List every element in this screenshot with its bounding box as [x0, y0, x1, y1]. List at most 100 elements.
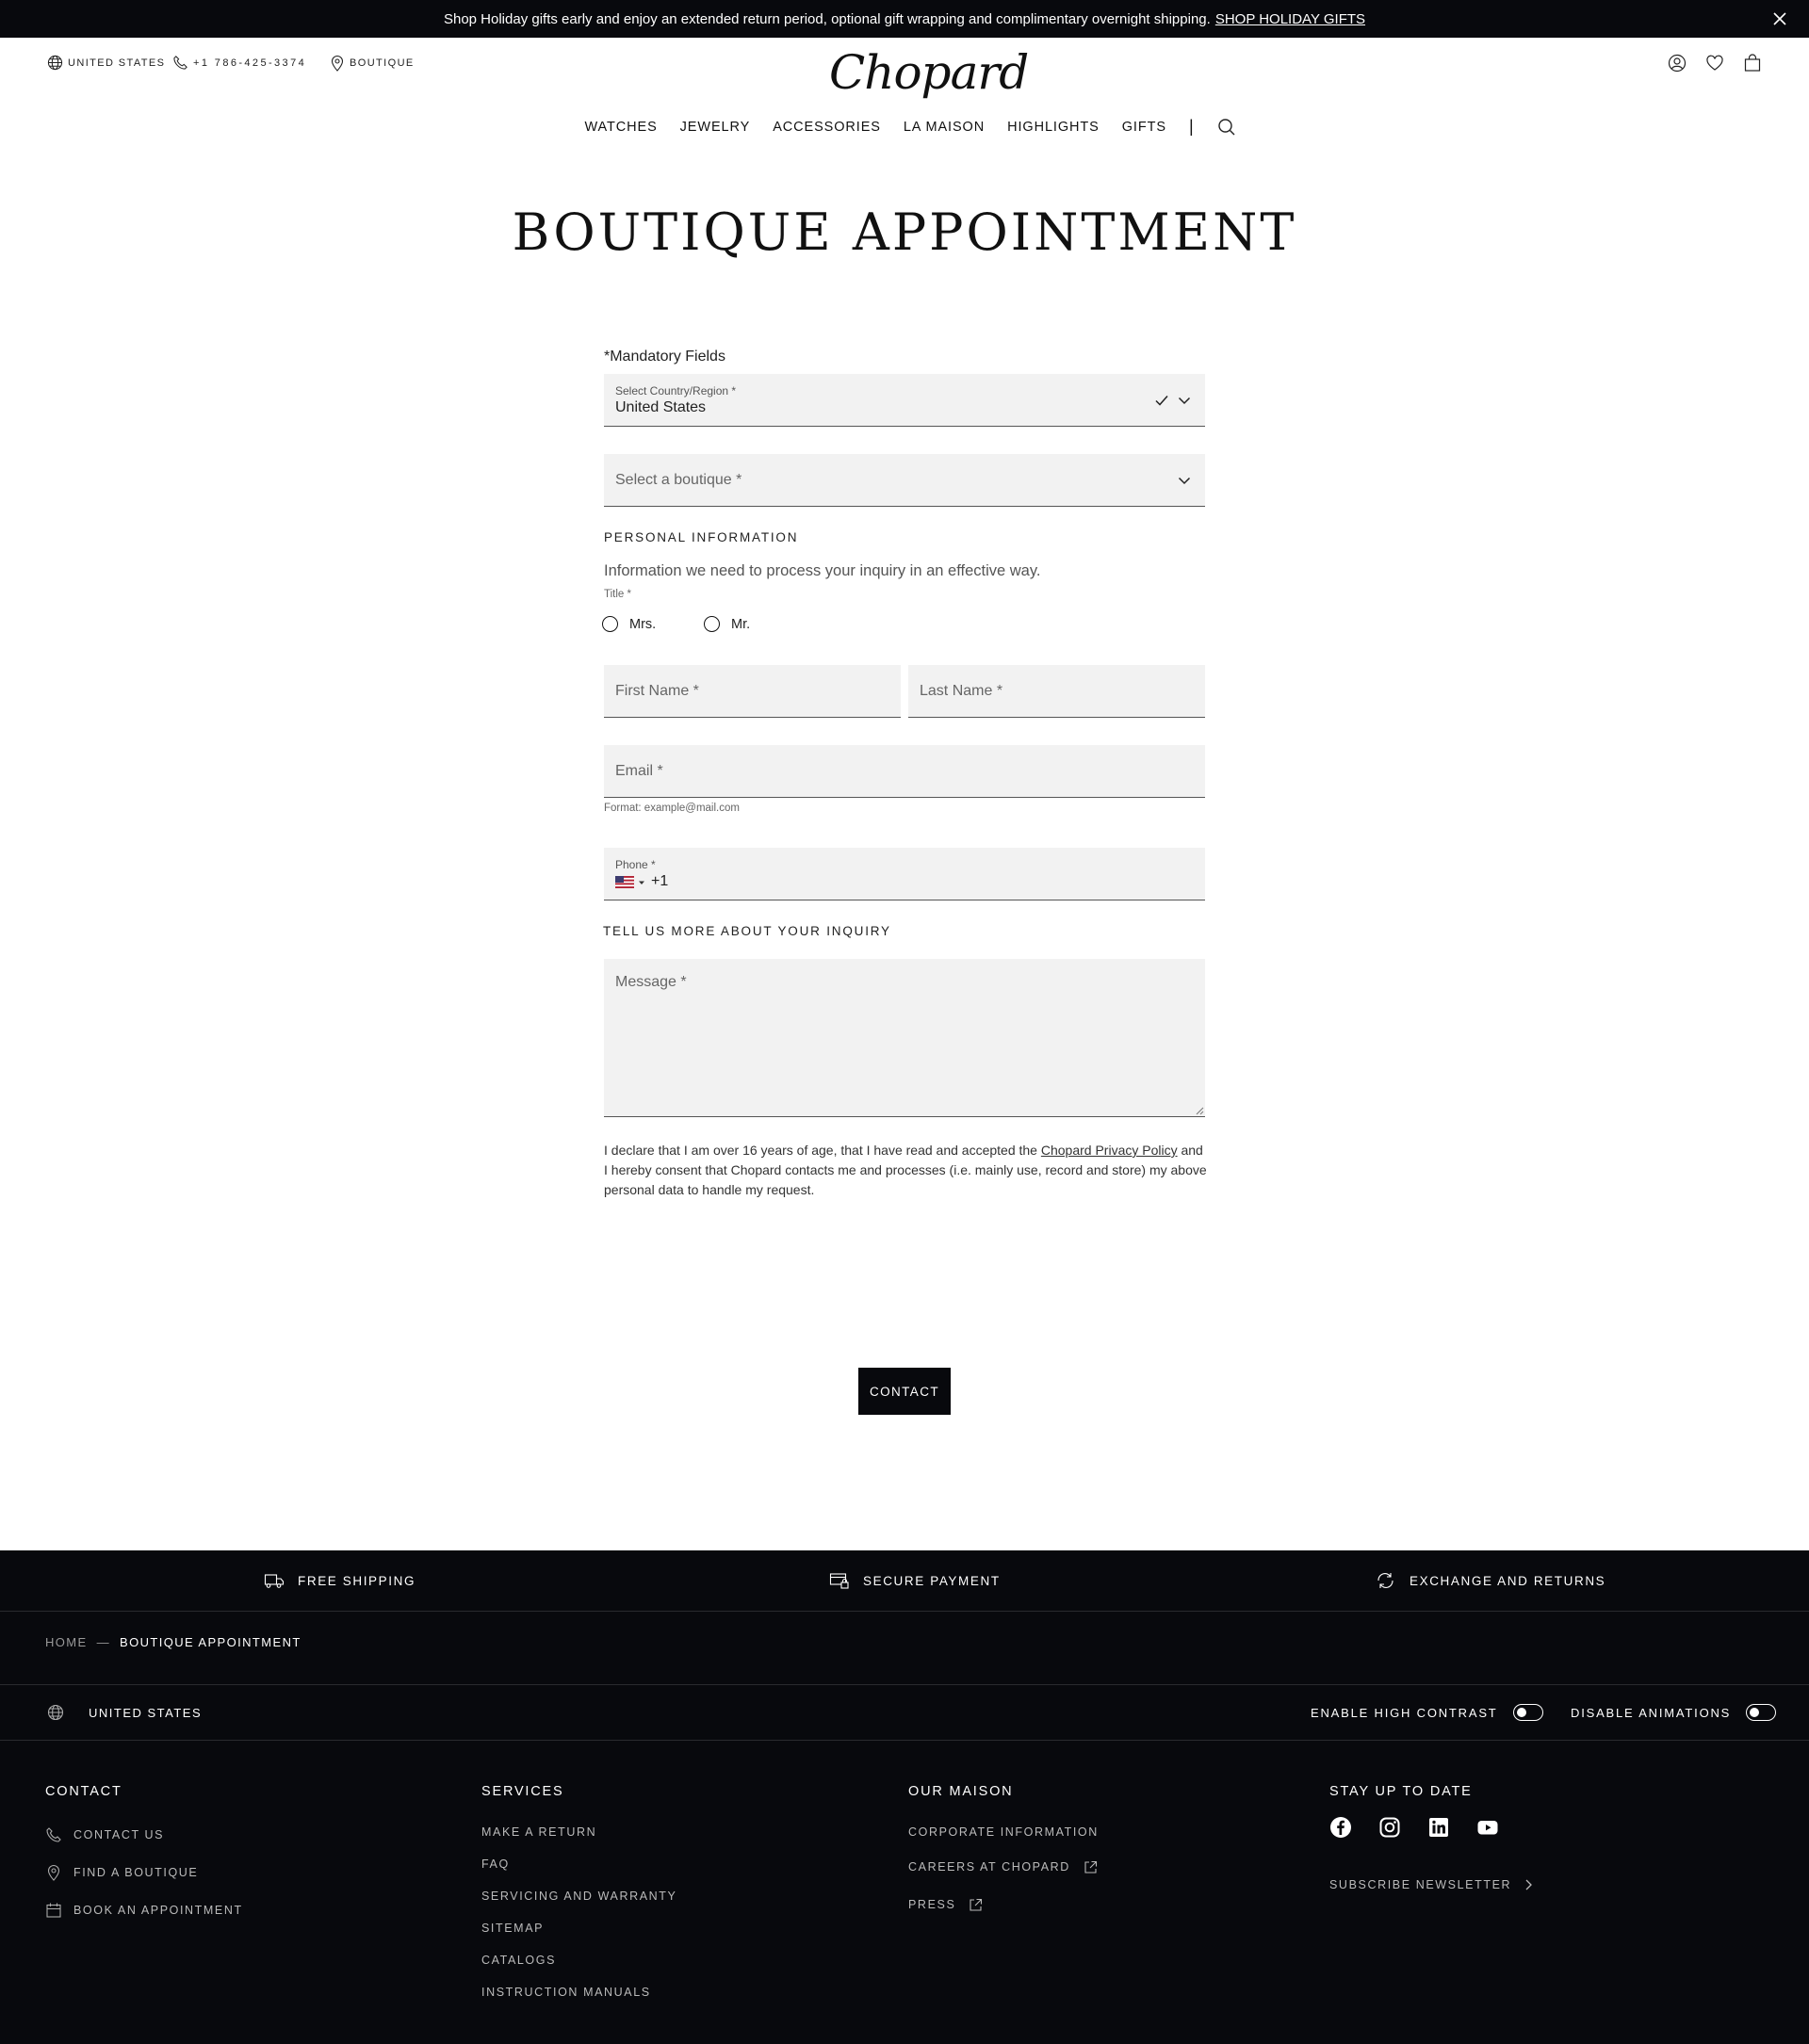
first-name-field[interactable]: First Name * [604, 665, 901, 718]
nav-gifts[interactable]: GIFTS [1122, 120, 1166, 135]
external-link-icon [1084, 1860, 1097, 1874]
country-select[interactable]: Select Country/Region * United States [604, 374, 1205, 427]
map-pin-icon [331, 56, 344, 72]
page-title: BOUTIQUE APPOINTMENT [512, 203, 1297, 262]
linkedin-icon[interactable] [1427, 1816, 1450, 1839]
title-radio-mrs[interactable]: Mrs. [602, 616, 656, 632]
boutique-select[interactable]: Select a boutique * [604, 454, 1205, 507]
footer-maison-column: OUR MAISON CORPORATE INFORMATION CAREERS… [908, 1784, 1109, 1923]
facebook-icon[interactable] [1329, 1816, 1352, 1839]
nav-highlights[interactable]: HIGHLIGHTS [1007, 120, 1100, 135]
free-shipping-item[interactable]: FREE SHIPPING [264, 1571, 416, 1590]
servicing-warranty-link[interactable]: SERVICING AND WARRANTY [481, 1880, 676, 1912]
animations-switch[interactable] [1746, 1704, 1777, 1721]
subscribe-newsletter-label: SUBSCRIBE NEWSLETTER [1329, 1878, 1512, 1891]
phone-icon [46, 1827, 61, 1842]
youtube-icon[interactable] [1476, 1816, 1499, 1839]
sitemap-link[interactable]: SITEMAP [481, 1912, 676, 1944]
phone-number: +1 786-425-3374 [193, 57, 307, 69]
instagram-icon[interactable] [1378, 1816, 1401, 1839]
account-icon[interactable] [1667, 53, 1687, 73]
mandatory-note: *Mandatory Fields [604, 349, 725, 365]
secure-payment-item[interactable]: SECURE PAYMENT [829, 1571, 1001, 1590]
boutique-select-placeholder: Select a boutique * [615, 472, 742, 488]
exchange-returns-item[interactable]: EXCHANGE AND RETURNS [1376, 1571, 1605, 1590]
country-selector[interactable]: UNITED STATES [47, 55, 165, 71]
footer-country-label: UNITED STATES [89, 1705, 203, 1720]
last-name-field[interactable]: Last Name * [908, 665, 1205, 718]
footer-services-heading: SERVICES [481, 1784, 564, 1799]
contact-us-link[interactable]: CONTACT US [45, 1816, 243, 1854]
country-flag-selector[interactable] [615, 876, 645, 888]
footer-maison-heading: OUR MAISON [908, 1784, 1014, 1799]
check-icon [1155, 396, 1168, 406]
footer-services-column: SERVICES MAKE A RETURN FAQ SERVICING AND… [481, 1784, 676, 2008]
boutique-label: BOUTIQUE [350, 57, 415, 69]
privacy-policy-link[interactable]: Chopard Privacy Policy [1041, 1143, 1178, 1158]
email-placeholder: Email * [615, 763, 663, 779]
nav-jewelry[interactable]: JEWELRY [680, 120, 751, 135]
personal-info-subtext: Information we need to process your inqu… [604, 562, 1041, 579]
breadcrumb-separator: — [96, 1635, 111, 1649]
bag-icon[interactable] [1742, 53, 1763, 73]
boutique-link[interactable]: BOUTIQUE [330, 55, 415, 72]
corporate-info-link[interactable]: CORPORATE INFORMATION [908, 1816, 1109, 1848]
email-field[interactable]: Email * [604, 745, 1205, 798]
phone-field[interactable]: Phone * +1 [604, 848, 1205, 900]
truck-icon [264, 1574, 285, 1588]
high-contrast-toggle[interactable]: ENABLE HIGH CONTRAST [1311, 1704, 1543, 1721]
country-select-value: United States [615, 399, 707, 415]
country-select-label: Select Country/Region * [615, 384, 737, 397]
contact-button[interactable]: CONTACT [858, 1368, 951, 1415]
us-flag-icon [615, 876, 634, 888]
promo-link[interactable]: SHOP HOLIDAY GIFTS [1215, 11, 1365, 27]
legal-text-pre: I declare that I am over 16 years of age… [604, 1143, 1037, 1158]
book-appointment-link[interactable]: BOOK AN APPOINTMENT [45, 1891, 243, 1929]
catalogs-link[interactable]: CATALOGS [481, 1944, 676, 1976]
contact-us-label: CONTACT US [73, 1828, 165, 1841]
title-label: Title * [604, 589, 631, 600]
search-icon[interactable] [1217, 118, 1236, 137]
country-label: UNITED STATES [68, 57, 166, 69]
careers-link[interactable]: CAREERS AT CHOPARD [908, 1848, 1109, 1886]
nav-la-maison[interactable]: LA MAISON [904, 120, 985, 135]
message-textarea[interactable]: Message * [604, 959, 1205, 1117]
find-boutique-label: FIND A BOUTIQUE [73, 1866, 199, 1879]
book-appointment-label: BOOK AN APPOINTMENT [73, 1904, 243, 1917]
promo-banner: Shop Holiday gifts early and enjoy an ex… [0, 0, 1809, 38]
promo-text: Shop Holiday gifts early and enjoy an ex… [443, 10, 1211, 27]
animations-toggle[interactable]: DISABLE ANIMATIONS [1571, 1704, 1777, 1721]
nav-accessories[interactable]: ACCESSORIES [773, 120, 881, 135]
last-name-placeholder: Last Name * [920, 683, 1003, 699]
chevron-right-icon [1525, 1879, 1533, 1890]
faq-link[interactable]: FAQ [481, 1848, 676, 1880]
chopard-logo[interactable]: Chopard [829, 45, 1029, 100]
subscribe-newsletter-link[interactable]: SUBSCRIBE NEWSLETTER [1329, 1878, 1534, 1891]
find-boutique-link[interactable]: FIND A BOUTIQUE [45, 1854, 243, 1891]
site-footer: FREE SHIPPING SECURE PAYMENT EXCHANGE AN… [0, 1550, 1809, 2044]
email-hint: Format: example@mail.com [604, 803, 740, 814]
title-radio-mr[interactable]: Mr. [704, 616, 750, 632]
breadcrumb-home[interactable]: HOME [45, 1635, 88, 1649]
close-icon[interactable] [1769, 8, 1790, 29]
nav-watches[interactable]: WATCHES [584, 120, 657, 135]
high-contrast-label: ENABLE HIGH CONTRAST [1311, 1705, 1498, 1720]
footer-country-selector[interactable]: UNITED STATES [47, 1704, 202, 1721]
free-shipping-label: FREE SHIPPING [298, 1573, 416, 1588]
resize-handle-icon[interactable] [1195, 1106, 1204, 1115]
heart-icon[interactable] [1704, 53, 1725, 73]
make-return-link[interactable]: MAKE A RETURN [481, 1816, 676, 1848]
press-link[interactable]: PRESS [908, 1886, 1109, 1923]
globe-icon [47, 55, 63, 71]
phone-icon [173, 56, 187, 70]
radio-circle[interactable] [602, 616, 618, 632]
legal-consent: I declare that I am over 16 years of age… [604, 1141, 1207, 1200]
caret-down-icon [639, 881, 644, 884]
high-contrast-switch[interactable] [1512, 1704, 1543, 1721]
calendar-icon [46, 1903, 61, 1918]
exchange-icon [1377, 1573, 1393, 1588]
instruction-manuals-link[interactable]: INSTRUCTION MANUALS [481, 1976, 676, 2008]
phone-link[interactable]: +1 786-425-3374 [172, 55, 306, 71]
radio-circle[interactable] [704, 616, 720, 632]
phone-code: +1 [651, 873, 669, 889]
